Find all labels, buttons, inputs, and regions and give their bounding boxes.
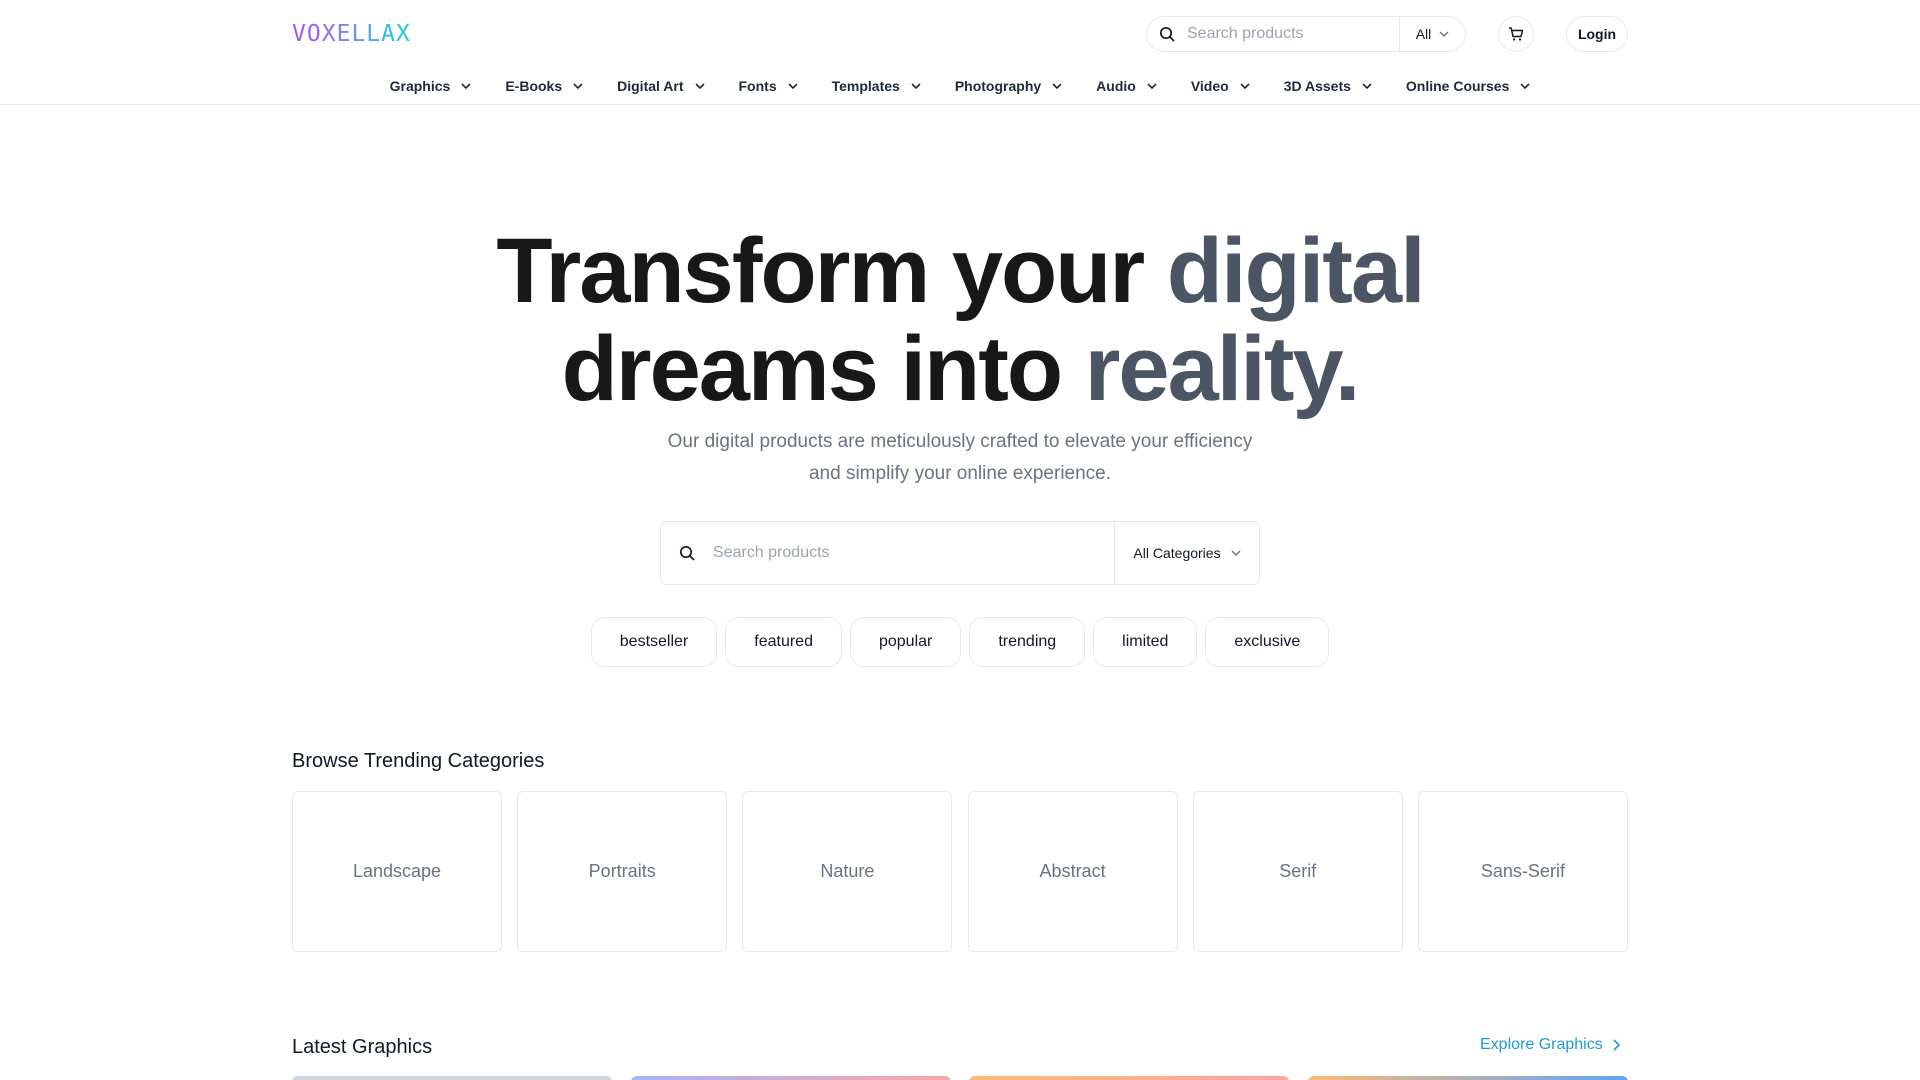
trending-categories-grid: Landscape Portraits Nature Abstract Serif San…	[292, 791, 1628, 952]
cart-icon	[1509, 27, 1524, 41]
product-thumbnail[interactable]	[630, 1076, 951, 1080]
category-card-abstract[interactable]: Abstract	[967, 791, 1178, 952]
nav-item-label: Graphics	[389, 78, 451, 94]
logo-letter: X	[321, 21, 337, 47]
explore-graphics-link[interactable]: Explore Graphics	[1480, 1036, 1620, 1054]
nav-item-label: Fonts	[738, 78, 777, 94]
latest-graphics-title: Latest Graphics	[292, 1036, 433, 1058]
nav-item-label: E-Books	[505, 78, 563, 94]
logo-letter: E	[336, 21, 352, 47]
category-select[interactable]: All Categories	[1114, 522, 1259, 584]
chevron-down-icon	[1240, 83, 1250, 89]
cart-button[interactable]	[1498, 16, 1534, 52]
product-thumbnail[interactable]	[1307, 1076, 1628, 1080]
category-card-landscape[interactable]: Landscape	[292, 791, 502, 952]
chevron-down-icon	[1147, 83, 1157, 89]
nav-item-fonts[interactable]: Fonts	[733, 74, 804, 98]
header-search-scope-select[interactable]: All	[1399, 17, 1465, 51]
search-scope-label: All	[1415, 26, 1432, 42]
product-thumbnail[interactable]	[292, 1076, 612, 1080]
logo-letter: A	[381, 21, 397, 47]
chevron-down-icon	[573, 83, 583, 89]
hero-line1-gray: digital	[1166, 220, 1426, 322]
tag-limited[interactable]: limited	[1093, 617, 1198, 667]
tag-featured[interactable]: featured	[725, 617, 842, 667]
category-card-sans-serif[interactable]: Sans-Serif	[1417, 791, 1628, 952]
chevron-down-icon	[1362, 83, 1372, 89]
explore-graphics-label: Explore Graphics	[1480, 1036, 1603, 1053]
site-header: VOXELLAX All Login GraphicsE-BooksDigita…	[0, 0, 1920, 105]
chevron-down-icon	[1231, 550, 1241, 556]
nav-item-audio[interactable]: Audio	[1090, 74, 1163, 98]
tag-popular[interactable]: popular	[849, 617, 962, 667]
nav-item-label: 3D Assets	[1283, 78, 1351, 94]
chevron-down-icon	[1520, 83, 1530, 89]
chevron-down-icon	[1052, 83, 1062, 89]
hero-search-bar: All Categories	[660, 521, 1260, 585]
chevron-down-icon	[788, 83, 798, 89]
hero-search-input[interactable]	[695, 522, 1114, 584]
hero-line2-dark: dreams into	[561, 318, 1085, 420]
hero-headline: Transform your digital dreams into reali…	[0, 222, 1920, 418]
nav-item-photography[interactable]: Photography	[949, 74, 1068, 98]
chevron-right-icon	[1613, 1039, 1620, 1051]
nav-item-digital-art[interactable]: Digital Art	[611, 74, 710, 98]
tag-trending[interactable]: trending	[969, 617, 1086, 667]
nav-item-video[interactable]: Video	[1185, 74, 1256, 98]
tag-filter-list: bestseller featured popular trending limited…	[0, 617, 1920, 667]
search-icon	[679, 545, 695, 561]
category-card-nature[interactable]: Nature	[742, 791, 953, 952]
tag-bestseller[interactable]: bestseller	[590, 617, 718, 667]
chevron-down-icon	[1439, 31, 1449, 37]
logo-letter: X	[396, 21, 411, 47]
hero-subtitle: Our digital products are meticulously cr…	[667, 431, 1253, 484]
chevron-down-icon	[911, 83, 921, 89]
login-button[interactable]: Login	[1566, 16, 1628, 52]
hero-line1-dark: Transform your	[496, 220, 1167, 322]
nav-item-graphics[interactable]: Graphics	[384, 74, 478, 98]
nav-item-label: Online Courses	[1405, 78, 1510, 94]
chevron-down-icon	[461, 83, 471, 89]
trending-categories-title: Browse Trending Categories	[292, 750, 545, 772]
nav-item-3d-assets[interactable]: 3D Assets	[1278, 74, 1378, 98]
category-nav: Graphics E-Books Digital Art Fonts Templates…	[0, 74, 1920, 98]
nav-item-label: Video	[1190, 78, 1229, 94]
nav-item-e-books[interactable]: E-Books	[499, 74, 589, 98]
nav-item-label: Audio	[1096, 78, 1136, 94]
chevron-down-icon	[694, 83, 705, 89]
nav-item-label: Photography	[954, 78, 1042, 94]
brand-logo[interactable]: VOXELLAX	[292, 20, 411, 48]
search-icon	[1159, 26, 1175, 42]
header-search-input[interactable]	[1175, 17, 1399, 51]
nav-item-online-courses[interactable]: Online Courses	[1400, 74, 1536, 98]
header-search-bar: All	[1146, 16, 1466, 52]
category-card-portraits[interactable]: Portraits	[517, 791, 728, 952]
logo-letter: V	[292, 21, 307, 47]
nav-item-label: Templates	[831, 78, 900, 94]
nav-item-templates[interactable]: Templates	[826, 74, 927, 98]
nav-item-label: Digital Art	[617, 78, 684, 94]
logo-letter: L	[366, 21, 382, 47]
category-card-serif[interactable]: Serif	[1192, 791, 1403, 952]
latest-graphics-row	[292, 1076, 1628, 1080]
logo-letter: O	[306, 21, 322, 47]
product-thumbnail[interactable]	[969, 1076, 1290, 1080]
logo-letter: L	[351, 21, 367, 47]
hero-line2-gray: reality.	[1084, 318, 1361, 420]
tag-exclusive[interactable]: exclusive	[1205, 617, 1330, 667]
category-select-label: All Categories	[1133, 545, 1221, 561]
